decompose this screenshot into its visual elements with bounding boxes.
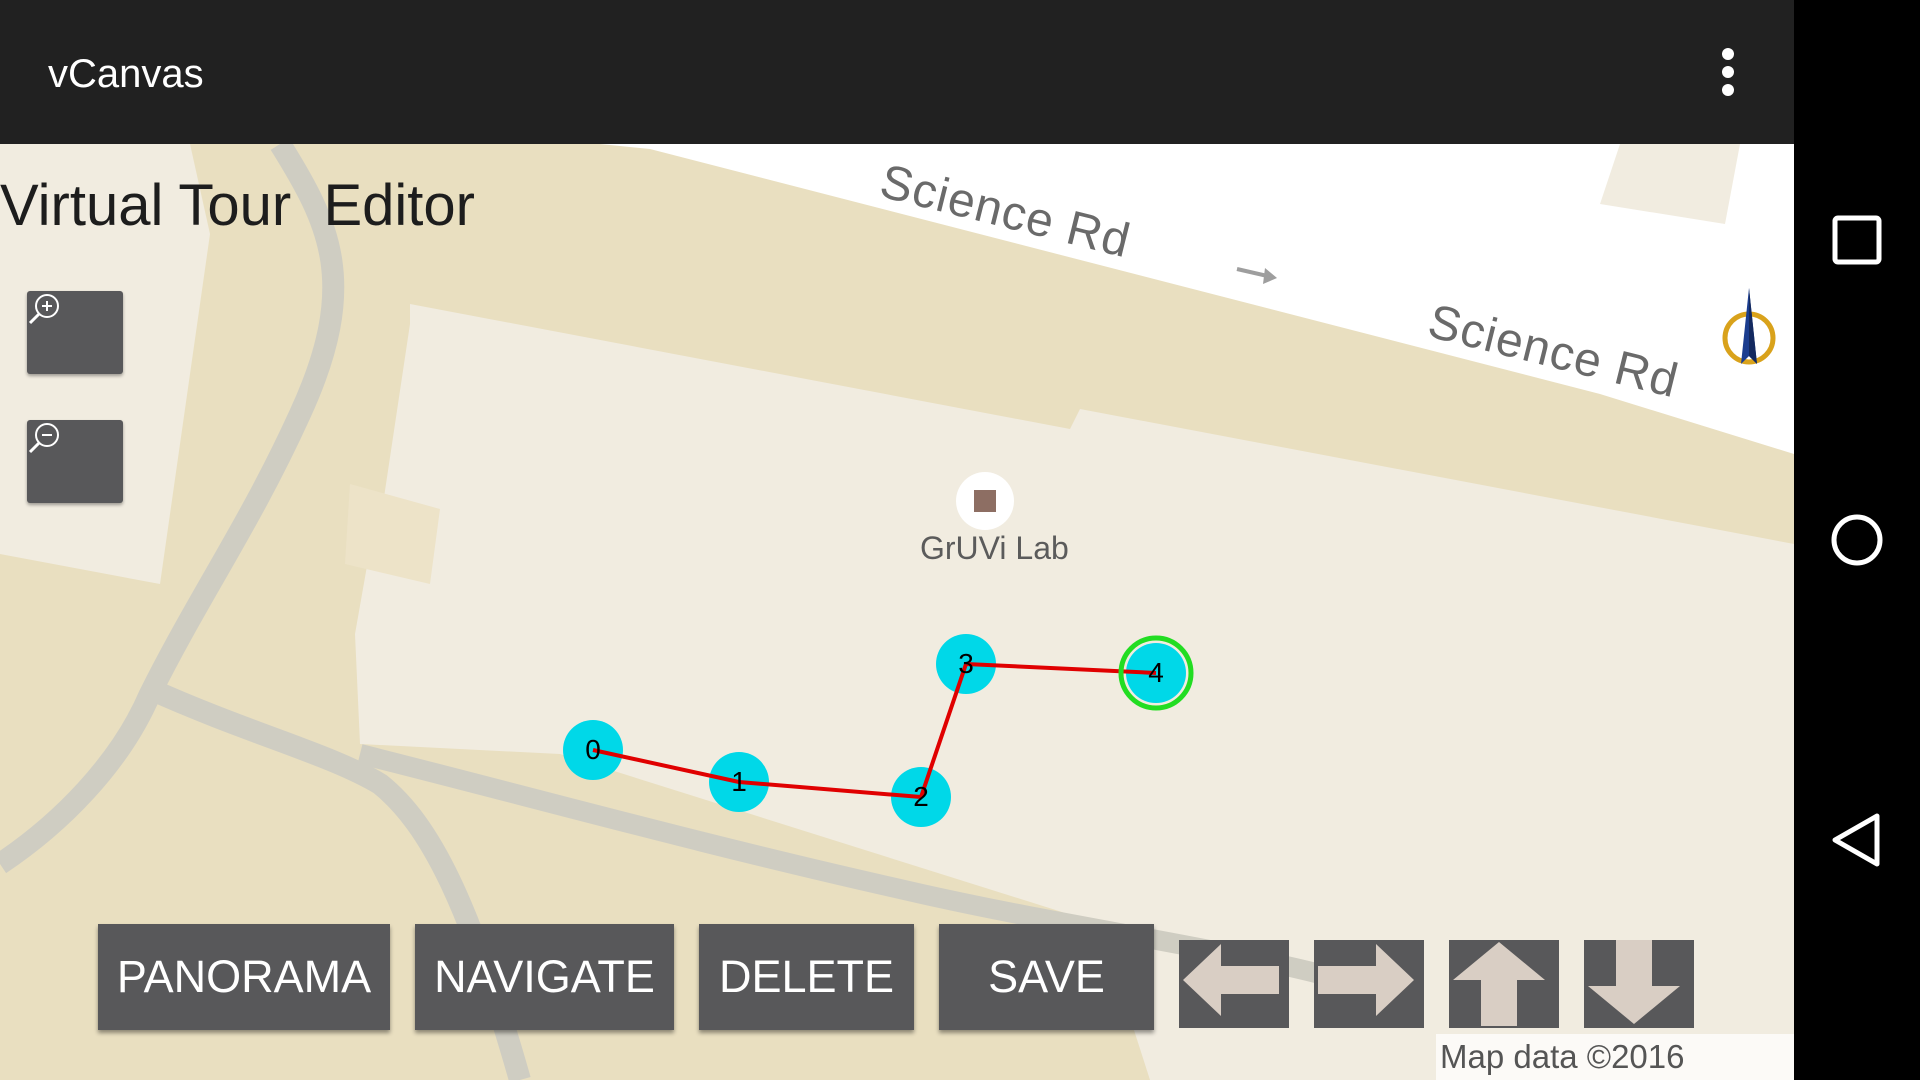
system-nav-bar — [1794, 0, 1920, 1080]
move-up-button[interactable] — [1449, 940, 1559, 1028]
node-label[interactable]: 3 — [946, 648, 986, 680]
compass-icon[interactable] — [1720, 286, 1780, 382]
back-icon[interactable] — [1829, 812, 1885, 868]
move-left-button[interactable] — [1179, 940, 1289, 1028]
app-title: vCanvas — [48, 52, 204, 96]
delete-button[interactable]: DELETE — [699, 924, 914, 1030]
node-label[interactable]: 2 — [901, 781, 941, 813]
node-label-selected[interactable]: 4 — [1136, 657, 1176, 689]
more-vert-icon[interactable] — [1700, 44, 1756, 100]
move-down-button[interactable] — [1584, 940, 1694, 1028]
navigate-button[interactable]: NAVIGATE — [415, 924, 674, 1030]
zoom-out-icon — [28, 423, 59, 454]
zoom-in-button[interactable] — [27, 291, 123, 374]
panorama-button[interactable]: PANORAMA — [98, 924, 390, 1030]
home-icon[interactable] — [1829, 512, 1885, 568]
map-attribution: Map data ©2016 — [1436, 1034, 1794, 1080]
move-right-button[interactable] — [1314, 940, 1424, 1028]
zoom-in-icon — [28, 294, 59, 325]
editor-title: Virtual Tour Editor — [0, 173, 475, 238]
save-button[interactable]: SAVE — [939, 924, 1154, 1030]
node-label[interactable]: 1 — [719, 766, 759, 798]
node-label[interactable]: 0 — [573, 734, 613, 766]
app-bar: vCanvas — [0, 0, 1794, 144]
arrow-down-icon — [1588, 940, 1680, 1024]
zoom-out-button[interactable] — [27, 420, 123, 503]
arrow-left-icon — [1183, 944, 1279, 1016]
poi-label: GrUVi Lab — [920, 530, 1069, 566]
arrow-up-icon — [1453, 942, 1545, 1026]
arrow-right-icon — [1318, 944, 1414, 1016]
map-canvas[interactable]: Virtual Tour Editor Science Rd Science R… — [0, 144, 1794, 1080]
recents-icon[interactable] — [1829, 212, 1885, 268]
